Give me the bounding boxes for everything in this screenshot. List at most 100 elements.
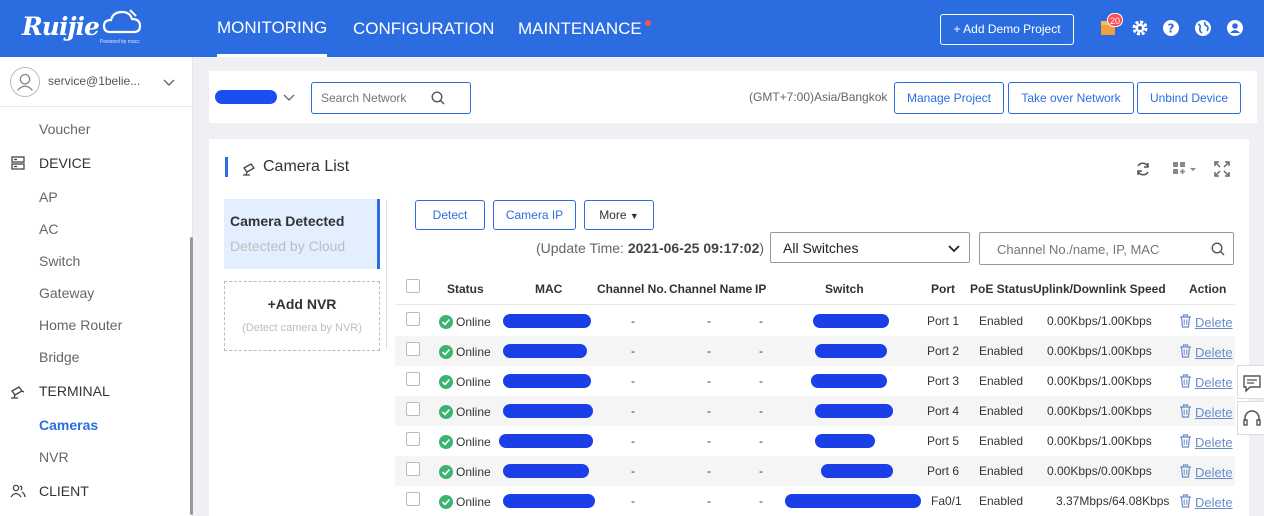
user-icon[interactable] [1226, 19, 1244, 37]
row-checkbox[interactable] [406, 342, 420, 356]
col-poe-status[interactable]: PoE Status [970, 282, 1033, 296]
tab-title: Camera Detected [230, 213, 345, 229]
delete-link[interactable]: Delete [1195, 495, 1233, 510]
delete-link[interactable]: Delete [1195, 345, 1233, 360]
col-channel-no[interactable]: Channel No. [597, 282, 667, 296]
row-checkbox[interactable] [406, 402, 420, 416]
delete-link[interactable]: Delete [1195, 315, 1233, 330]
row-checkbox[interactable] [406, 462, 420, 476]
ip-address: - [759, 404, 763, 418]
sidebar-group-device[interactable]: DEVICE [0, 148, 190, 178]
search-icon[interactable] [1210, 241, 1226, 257]
col-channel-name[interactable]: Channel Name [669, 282, 752, 296]
select-all-checkbox[interactable] [406, 279, 420, 293]
delete-link[interactable]: Delete [1195, 465, 1233, 480]
search-network[interactable] [311, 82, 471, 114]
delete-link[interactable]: Delete [1195, 405, 1233, 420]
channel-search-input[interactable] [997, 242, 1207, 257]
add-nvr-button[interactable]: +Add NVR (Detect camera by NVR) [224, 281, 380, 351]
switch-redacted [815, 434, 875, 448]
table-header: Status MAC Channel No. Channel Name IP S… [395, 276, 1235, 305]
trash-icon[interactable] [1179, 314, 1192, 328]
switch-filter-select[interactable]: All Switches [770, 232, 970, 263]
camera-ip-button[interactable]: Camera IP [493, 200, 576, 230]
status-text: Online [456, 465, 491, 479]
nav-configuration[interactable]: CONFIGURATION [353, 0, 494, 57]
take-over-network-button[interactable]: Take over Network [1008, 82, 1134, 114]
sidebar-item-home-router[interactable]: Home Router [0, 310, 190, 340]
sidebar-item-nvr[interactable]: NVR [0, 442, 190, 472]
delete-link[interactable]: Delete [1195, 375, 1233, 390]
port: Fa0/1 [931, 494, 962, 508]
gear-icon[interactable] [1131, 19, 1149, 37]
row-checkbox[interactable] [406, 432, 420, 446]
sidebar-item-bridge[interactable]: Bridge [0, 342, 190, 372]
network-selector-redacted[interactable] [215, 90, 277, 104]
row-checkbox[interactable] [406, 492, 420, 506]
chat-icon [1243, 375, 1261, 393]
speed: 0.00Kbps/1.00Kbps [1047, 344, 1152, 358]
sidebar-item-label: TERMINAL [39, 383, 110, 399]
col-speed[interactable]: Uplink/Downlink Speed [1033, 282, 1166, 296]
port: Port 5 [927, 434, 960, 448]
chevron-down-icon[interactable] [282, 90, 296, 104]
sidebar-item-label: Switch [39, 253, 81, 269]
sidebar-scrollbar[interactable] [190, 237, 193, 515]
trash-icon[interactable] [1179, 374, 1192, 388]
col-switch[interactable]: Switch [825, 282, 864, 296]
search-icon[interactable] [430, 90, 446, 106]
more-dropdown[interactable]: More ▼ [584, 200, 654, 230]
nav-configuration-label: CONFIGURATION [353, 19, 495, 38]
globe-icon[interactable] [1194, 19, 1212, 37]
channel-no: - [631, 314, 635, 328]
channel-no: - [631, 374, 635, 388]
sidebar-item-gateway[interactable]: Gateway [0, 278, 190, 308]
speed: 0.00Kbps/1.00Kbps [1047, 404, 1152, 418]
col-ip[interactable]: IP [755, 282, 766, 296]
online-check-icon [439, 465, 453, 479]
switch-redacted [821, 464, 893, 478]
manage-project-button[interactable]: Manage Project [894, 82, 1004, 114]
col-mac[interactable]: MAC [535, 282, 562, 296]
add-nvr-subtitle: (Detect camera by NVR) [242, 322, 362, 334]
add-demo-project-button[interactable]: + Add Demo Project [940, 14, 1074, 45]
table-row: Online - - - Port 2 Enabled 0.00Kbps/1.00Kbps D… [395, 336, 1235, 366]
unbind-device-button[interactable]: Unbind Device [1137, 82, 1241, 114]
sidebar-group-terminal[interactable]: TERMINAL [0, 376, 190, 406]
support-float-button[interactable] [1237, 401, 1264, 435]
mac-redacted [503, 494, 595, 508]
delete-link[interactable]: Delete [1195, 435, 1233, 450]
sidebar-item-cameras[interactable]: Cameras [0, 410, 190, 440]
sidebar-item-ac[interactable]: AC [0, 214, 190, 244]
sidebar-group-client[interactable]: CLIENT [0, 476, 190, 506]
nav-monitoring[interactable]: MONITORING [217, 0, 328, 57]
row-checkbox[interactable] [406, 312, 420, 326]
trash-icon[interactable] [1179, 494, 1192, 508]
trash-icon[interactable] [1179, 344, 1192, 358]
detect-button[interactable]: Detect [415, 200, 485, 230]
trash-icon[interactable] [1179, 464, 1192, 478]
col-status[interactable]: Status [447, 282, 484, 296]
search-network-input[interactable] [321, 91, 431, 105]
sidebar-item-voucher[interactable]: Voucher [0, 114, 190, 144]
col-port[interactable]: Port [931, 282, 955, 296]
tab-camera-detected[interactable]: Camera Detected Detected by Cloud [224, 199, 380, 269]
layout-grid-icon[interactable] [1172, 160, 1198, 178]
chat-float-button[interactable] [1237, 365, 1264, 399]
ip-address: - [759, 314, 763, 328]
fullscreen-icon[interactable] [1213, 160, 1231, 178]
sidebar-item-label: DEVICE [39, 155, 92, 171]
ruijie-logo[interactable]: Ruijie Powered by macc [22, 8, 147, 48]
account-switcher[interactable]: service@1belie... [0, 57, 193, 107]
nav-maintenance[interactable]: MAINTENANCE [518, 0, 651, 57]
trash-icon[interactable] [1179, 434, 1192, 448]
logo-text: Ruijie [22, 12, 100, 41]
channel-search[interactable] [979, 232, 1234, 265]
sidebar-item-ap[interactable]: AP [0, 182, 190, 212]
help-icon[interactable]: ? [1162, 19, 1180, 37]
trash-icon[interactable] [1179, 404, 1192, 418]
row-checkbox[interactable] [406, 372, 420, 386]
refresh-icon[interactable] [1134, 160, 1152, 178]
sidebar-item-switch[interactable]: Switch [0, 246, 190, 276]
chevron-down-icon[interactable] [162, 75, 176, 89]
